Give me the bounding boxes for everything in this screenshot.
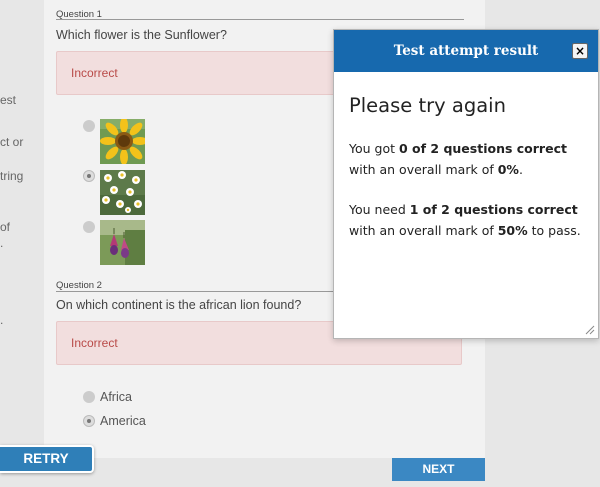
feedback-label: Incorrect bbox=[71, 336, 118, 350]
left-text-fragment: . bbox=[0, 236, 4, 250]
option-radio-chamomile[interactable] bbox=[83, 170, 95, 182]
option-radio-sunflower[interactable] bbox=[83, 120, 95, 132]
left-text-fragment: . bbox=[0, 313, 4, 327]
result-body: You got 0 of 2 questions correct with an… bbox=[349, 139, 587, 261]
option-label-america[interactable]: America bbox=[100, 414, 146, 428]
dialog-header: Test attempt result × bbox=[334, 30, 598, 72]
result-dialog: Test attempt result × Please try again Y… bbox=[333, 29, 599, 339]
left-text-fragment: est bbox=[0, 93, 17, 107]
question-1-text: Which flower is the Sunflower? bbox=[56, 28, 227, 42]
next-button[interactable]: NEXT bbox=[392, 458, 485, 481]
result-heading: Please try again bbox=[349, 94, 506, 117]
option-radio-america[interactable] bbox=[83, 415, 95, 427]
left-text-fragment: ct or bbox=[0, 135, 24, 149]
retry-button[interactable]: RETRY bbox=[0, 445, 94, 473]
sunflower-image[interactable] bbox=[100, 119, 145, 164]
question-2-label: Question 2 bbox=[56, 280, 102, 291]
fuchsia-image[interactable] bbox=[100, 220, 145, 265]
left-text-fragment: of bbox=[0, 220, 11, 234]
option-radio-africa[interactable] bbox=[83, 391, 95, 403]
option-radio-fuchsia[interactable] bbox=[83, 221, 95, 233]
result-score-text: You got 0 of 2 questions correct with an… bbox=[349, 141, 567, 177]
chamomile-image[interactable] bbox=[100, 170, 145, 215]
question-1-divider bbox=[56, 19, 464, 20]
dialog-title: Test attempt result bbox=[393, 43, 539, 59]
left-text-fragment: tring bbox=[0, 169, 24, 183]
feedback-label: Incorrect bbox=[71, 66, 118, 80]
option-label-africa[interactable]: Africa bbox=[100, 390, 132, 404]
resize-handle-icon[interactable] bbox=[585, 325, 595, 335]
close-icon[interactable]: × bbox=[572, 43, 588, 59]
pass-requirement-text: You need 1 of 2 questions correct with a… bbox=[349, 202, 581, 238]
question-2-text: On which continent is the african lion f… bbox=[56, 298, 302, 312]
